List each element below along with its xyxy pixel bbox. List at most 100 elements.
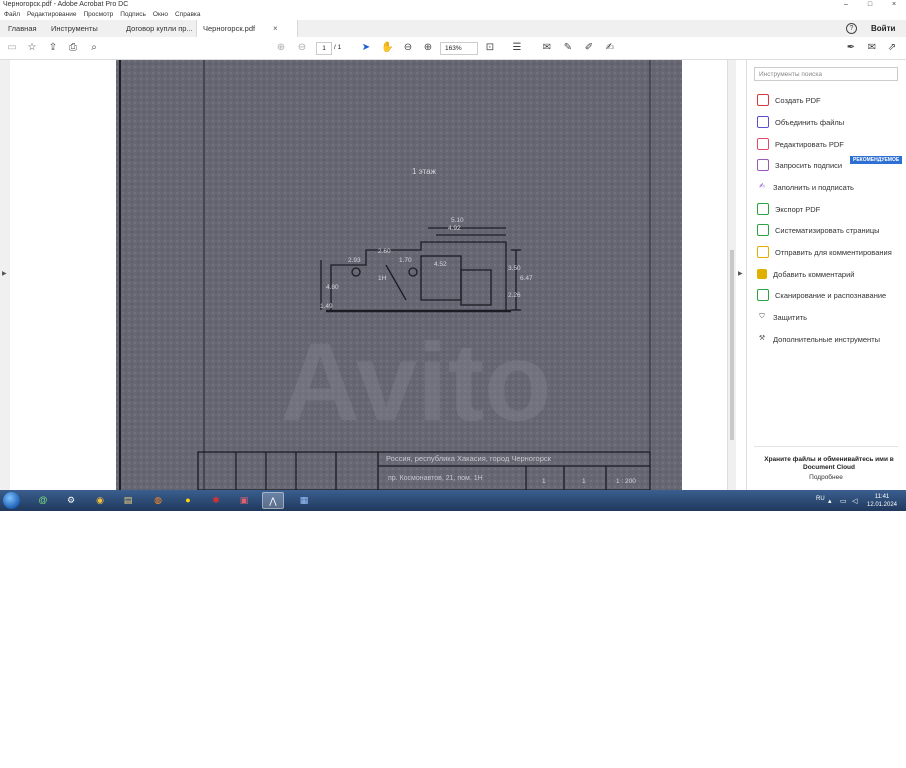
tab-home[interactable]: Главная xyxy=(8,20,37,37)
tool-label: Сканирование и распознавание xyxy=(775,290,887,300)
tab-tools[interactable]: Инструменты xyxy=(51,20,98,37)
protect-icon: ⛉ xyxy=(759,313,765,320)
comment-icon[interactable]: ✉ xyxy=(541,42,553,54)
dim-label: 4.92 xyxy=(448,225,461,232)
tool-protect[interactable]: ⛉ Защитить xyxy=(757,310,807,324)
export-pdf-icon xyxy=(757,203,769,215)
watermark-text: Avito xyxy=(281,321,552,444)
tool-label: Добавить комментарий xyxy=(773,269,855,279)
combine-files-icon xyxy=(757,116,769,128)
help-icon[interactable]: ? xyxy=(846,23,857,34)
close-tab-icon[interactable]: × xyxy=(273,20,278,37)
sign-in-button[interactable]: Войти xyxy=(871,20,895,37)
tray-network-icon[interactable]: ▭ xyxy=(840,497,847,505)
star-icon[interactable]: ☆ xyxy=(26,42,38,54)
sign-icon[interactable]: ✒ xyxy=(845,42,857,54)
upload-icon[interactable]: ⇪ xyxy=(47,42,59,54)
tool-request-signatures[interactable]: Запросить подписи xyxy=(757,158,842,172)
stamp-icon[interactable]: ✍ xyxy=(604,42,616,54)
tool-label: Создать PDF xyxy=(775,95,821,105)
tab-document-contract[interactable]: Договор купли пр... xyxy=(126,20,193,37)
minimize-button[interactable]: – xyxy=(834,0,858,10)
chrome-icon[interactable]: ◉ xyxy=(89,492,111,509)
expand-left-pane-icon[interactable]: ▶ xyxy=(2,270,7,277)
word-icon[interactable]: ▦ xyxy=(293,492,315,509)
page-down-icon[interactable]: ⊖ xyxy=(296,42,308,54)
close-window-button[interactable]: × xyxy=(882,0,906,10)
share-icon[interactable]: ⇗ xyxy=(886,42,898,54)
pdf-viewer-icon[interactable]: ▣ xyxy=(233,492,255,509)
dim-label: 5.10 xyxy=(451,217,464,224)
clock-time: 11:41 xyxy=(874,494,890,500)
tray-arrow-icon[interactable]: ▴ xyxy=(828,497,832,505)
maximize-button[interactable]: □ xyxy=(858,0,882,10)
hand-icon[interactable]: ✋ xyxy=(381,42,393,54)
mail-icon[interactable]: ✉ xyxy=(866,42,878,54)
collapse-right-pane-icon[interactable]: ▶ xyxy=(738,270,743,277)
fill-sign-icon: ✍ xyxy=(759,183,765,190)
scroll-mode-icon[interactable]: ☰ xyxy=(511,42,523,54)
zoom-search-icon[interactable]: ⌕ xyxy=(88,42,100,54)
menu-view[interactable]: Просмотр xyxy=(84,10,114,20)
menu-sign[interactable]: Подпись xyxy=(120,10,146,20)
input-language[interactable]: RU xyxy=(816,496,825,502)
toolbar: ▭ ☆ ⇪ ⎙ ⌕ ⊕ ⊖ 1 / 1 ➤ ✋ ⊖ ⊕ 163% ⊡ ☰ ✉ ✎… xyxy=(0,37,906,60)
collapse-right-pane[interactable]: ▶ xyxy=(736,60,746,490)
left-navigation-pane[interactable]: ▶ xyxy=(0,60,10,490)
select-cursor-icon[interactable]: ➤ xyxy=(360,42,372,54)
page-up-icon[interactable]: ⊕ xyxy=(275,42,287,54)
network-tool-icon[interactable]: ⚙ xyxy=(60,492,82,509)
tab-document-chernogorsk[interactable]: Черногорск.pdf xyxy=(196,20,298,37)
page-number-input[interactable]: 1 xyxy=(316,42,332,55)
fit-page-icon[interactable]: ⊡ xyxy=(484,42,496,54)
tools-search-input[interactable]: Инструменты поиска xyxy=(754,67,898,81)
print-icon[interactable]: ⎙ xyxy=(67,42,79,54)
tool-export-pdf[interactable]: Экспорт PDF xyxy=(757,202,820,216)
tool-organize-pages[interactable]: Систематизировать страницы xyxy=(757,223,880,237)
acrobat-taskbar-icon[interactable]: ⋀ xyxy=(262,492,284,509)
edit-pdf-icon xyxy=(757,138,769,150)
acrobat-screen: Черногорск.pdf - Adobe Acrobat Pro DC – … xyxy=(0,0,906,511)
start-button[interactable] xyxy=(3,492,20,509)
sheet-cell: 1 : 200 xyxy=(616,478,636,485)
1c-icon[interactable]: ● xyxy=(177,492,199,509)
tool-label: Экспорт PDF xyxy=(775,204,821,214)
tool-add-comment[interactable]: Добавить комментарий xyxy=(757,267,854,281)
clock-date: 12.01.2024 xyxy=(866,502,898,508)
dim-label: 2.93 xyxy=(348,257,361,264)
sheet-cell: 1 xyxy=(582,478,586,485)
save-icon[interactable]: ▭ xyxy=(6,42,18,54)
windows-taskbar: @ ⚙ ◉ ▤ ◍ ● ✱ ▣ ⋀ ▦ RU ▴ ▭ ◁ 11:41 12.01… xyxy=(0,490,906,511)
volume-icon[interactable]: ◁ xyxy=(852,497,857,505)
draw-icon[interactable]: ✐ xyxy=(583,42,595,54)
system-clock[interactable]: 11:41 12.01.2024 xyxy=(864,493,900,509)
menu-file[interactable]: Файл xyxy=(4,10,20,20)
scrollbar-thumb[interactable] xyxy=(730,250,734,440)
firefox-icon[interactable]: ◍ xyxy=(147,492,169,509)
sheet-cell: 1 xyxy=(542,478,546,485)
learn-more-link[interactable]: Подробнее xyxy=(754,474,898,481)
menu-edit[interactable]: Редактирование xyxy=(27,10,77,20)
document-viewer[interactable]: Avito 1 этаж 5.10 4.92 2.60 2.93 1.70 4.… xyxy=(10,60,736,490)
zoom-out-icon[interactable]: ⊖ xyxy=(402,42,414,54)
zoom-level-select[interactable]: 163% xyxy=(440,42,478,55)
tool-scan-ocr[interactable]: Сканирование и распознавание xyxy=(757,288,886,302)
tool-edit-pdf[interactable]: Редактировать PDF xyxy=(757,137,844,151)
create-pdf-icon xyxy=(757,94,769,106)
menu-window[interactable]: Окно xyxy=(153,10,168,20)
tool-more-tools[interactable]: ⚒ Дополнительные инструменты xyxy=(757,332,880,346)
tab-bar: Главная Инструменты Договор купли пр... … xyxy=(0,20,906,38)
menu-help[interactable]: Справка xyxy=(175,10,201,20)
footer-divider xyxy=(754,446,898,447)
tool-combine-files[interactable]: Объединить файлы xyxy=(757,115,844,129)
mail-agent-icon[interactable]: @ xyxy=(32,492,54,509)
tool-send-for-comments[interactable]: Отправить для комментирования xyxy=(757,245,892,259)
highlight-icon[interactable]: ✎ xyxy=(562,42,574,54)
folder-icon[interactable]: ▤ xyxy=(117,492,139,509)
tool-label: Дополнительные инструменты xyxy=(773,334,881,344)
tool-create-pdf[interactable]: Создать PDF xyxy=(757,93,821,107)
app-flower-icon[interactable]: ✱ xyxy=(205,492,227,509)
zoom-in-icon[interactable]: ⊕ xyxy=(422,42,434,54)
tool-fill-sign[interactable]: ✍ Заполнить и подписать xyxy=(757,180,854,194)
window-title: Черногорск.pdf - Adobe Acrobat Pro DC xyxy=(3,1,129,8)
